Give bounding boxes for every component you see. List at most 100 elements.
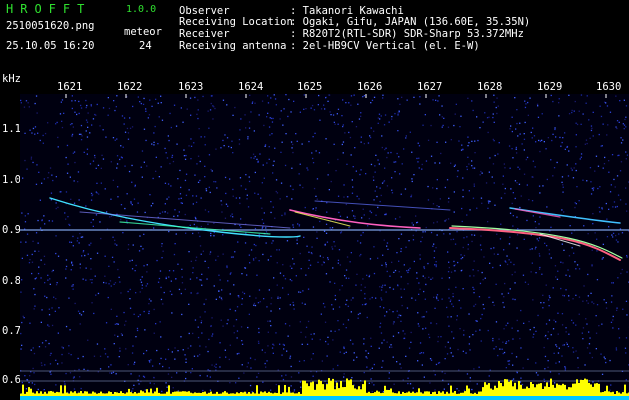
noise-speck (370, 211, 373, 214)
noise-speck (380, 194, 382, 197)
noise-speck (241, 364, 243, 366)
noise-speck (407, 377, 409, 379)
noise-speck (24, 159, 26, 162)
noise-speck (165, 276, 167, 278)
noise-speck (487, 221, 489, 223)
noise-speck (382, 94, 384, 96)
noise-speck (334, 282, 336, 284)
noise-speck (537, 374, 539, 376)
noise-floor-bar (152, 393, 154, 396)
noise-speck (467, 145, 469, 147)
noise-speck (325, 340, 327, 343)
noise-speck (104, 348, 106, 350)
noise-floor-bar (302, 380, 304, 396)
noise-speck (170, 280, 172, 282)
noise-speck (592, 223, 594, 225)
noise-speck (289, 355, 292, 357)
noise-speck (586, 347, 589, 349)
noise-speck (358, 198, 360, 200)
noise-speck (169, 162, 171, 165)
noise-speck (441, 105, 443, 107)
noise-speck (102, 129, 104, 131)
noise-speck (365, 173, 367, 175)
noise-speck (379, 118, 381, 120)
noise-speck (85, 205, 87, 207)
noise-speck (422, 231, 424, 233)
noise-speck (366, 274, 368, 276)
noise-speck (171, 156, 173, 158)
noise-speck (181, 313, 183, 316)
noise-speck (85, 130, 87, 132)
noise-speck (80, 124, 83, 127)
noise-speck (578, 268, 581, 270)
noise-floor-bar (360, 389, 362, 396)
noise-speck (601, 323, 603, 325)
noise-speck (73, 202, 76, 204)
noise-speck (466, 166, 468, 168)
x-tick: 1623 (178, 81, 204, 93)
noise-speck (380, 332, 383, 334)
noise-floor-bar (534, 387, 536, 396)
noise-speck (563, 211, 565, 213)
noise-speck (394, 113, 396, 115)
noise-speck (117, 196, 119, 198)
noise-speck (351, 210, 354, 212)
noise-speck (351, 179, 353, 181)
noise-speck (55, 207, 57, 210)
noise-speck (461, 144, 463, 146)
noise-speck (78, 368, 80, 371)
noise-speck (582, 338, 584, 340)
noise-speck (188, 189, 190, 191)
noise-speck (571, 247, 573, 249)
noise-speck (239, 224, 241, 227)
noise-speck (479, 127, 481, 129)
noise-speck (244, 114, 246, 116)
noise-floor-bar (424, 391, 426, 396)
noise-speck (39, 139, 41, 142)
noise-speck (618, 328, 620, 330)
noise-speck (399, 173, 401, 175)
noise-speck (492, 116, 494, 119)
noise-speck (587, 295, 589, 297)
noise-speck (114, 282, 117, 284)
info-value-location: : Ogaki, Gifu, JAPAN (136.60E, 35.35N) (290, 16, 531, 28)
noise-speck (379, 200, 381, 203)
noise-speck (591, 265, 593, 267)
noise-speck (532, 215, 534, 217)
noise-speck (460, 258, 462, 260)
noise-speck (213, 285, 215, 287)
noise-speck (166, 198, 168, 200)
noise-floor-bar (530, 382, 532, 396)
noise-speck (120, 218, 122, 221)
noise-speck (435, 323, 438, 325)
noise-speck (310, 107, 312, 109)
noise-speck (250, 249, 253, 251)
noise-speck (366, 366, 368, 368)
noise-speck (232, 256, 234, 258)
noise-speck (158, 277, 161, 280)
noise-speck (296, 140, 298, 142)
noise-speck (81, 236, 84, 238)
noise-floor-bar (66, 392, 68, 396)
noise-speck (55, 202, 57, 204)
noise-speck (272, 352, 274, 354)
noise-speck (64, 383, 66, 385)
noise-floor-bar (136, 393, 138, 396)
noise-speck (284, 278, 287, 280)
noise-speck (359, 255, 361, 257)
noise-speck (347, 305, 349, 307)
noise-speck (462, 177, 464, 179)
noise-speck (222, 325, 224, 327)
noise-speck (403, 288, 405, 290)
noise-speck (416, 222, 418, 224)
noise-floor-bar (222, 392, 224, 396)
noise-speck (142, 103, 145, 105)
noise-speck (244, 267, 247, 269)
noise-speck (161, 119, 164, 121)
noise-speck (241, 340, 243, 342)
noise-speck (392, 335, 395, 337)
noise-speck (65, 156, 67, 159)
noise-speck (403, 337, 406, 339)
noise-floor-bar (274, 392, 276, 396)
noise-speck (406, 99, 408, 101)
